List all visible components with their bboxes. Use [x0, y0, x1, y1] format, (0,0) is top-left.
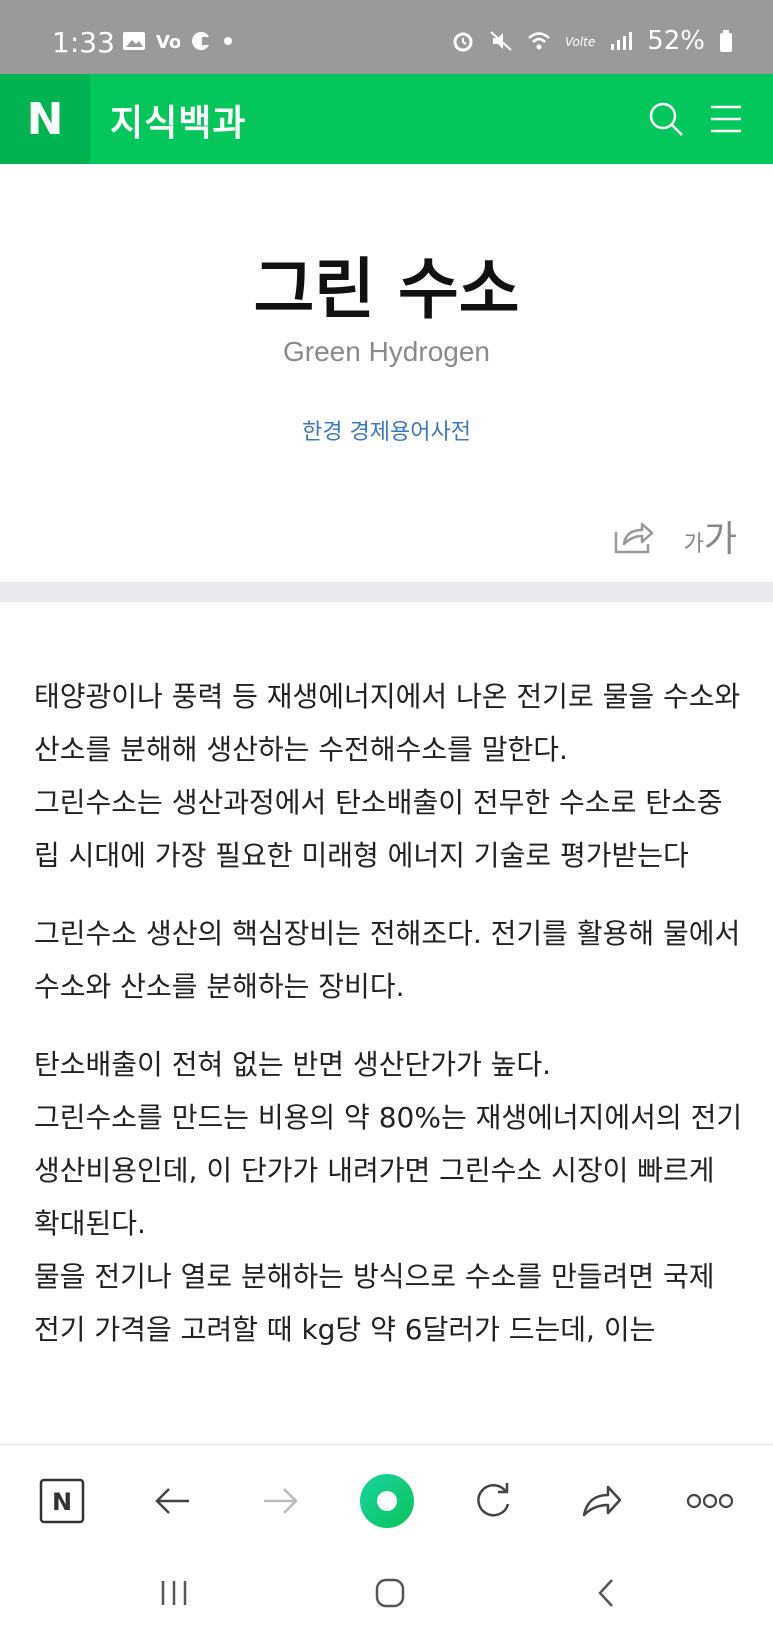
reload-button[interactable]: [463, 1471, 523, 1531]
more-button[interactable]: [680, 1471, 740, 1531]
mute-icon: [490, 31, 512, 51]
system-back-button[interactable]: [576, 1568, 636, 1618]
font-small-label: 가: [683, 532, 704, 557]
menu-button[interactable]: [699, 92, 753, 146]
paragraph-1: 태양광이나 풍력 등 재생에너지에서 나온 전기로 물을 수소와 산소를 분해해…: [34, 680, 741, 872]
home-button[interactable]: [360, 1568, 420, 1618]
naver-logo[interactable]: N: [0, 74, 90, 164]
browser-toolbar: N: [0, 1444, 773, 1554]
naver-header: N 지식백과: [0, 74, 773, 164]
green-dot-icon: [360, 1474, 414, 1528]
lte-icon: Volte: [565, 35, 595, 49]
article-subtitle: Green Hydrogen: [282, 336, 490, 367]
battery-percent: 52%: [647, 26, 705, 56]
image-icon: [123, 32, 145, 50]
svg-text:Volte: Volte: [565, 35, 595, 49]
naver-home-icon: N: [39, 1478, 85, 1524]
search-button[interactable]: [639, 92, 693, 146]
naver-logo-letter: N: [26, 93, 64, 145]
font-large-label: 가: [703, 519, 737, 560]
system-nav-bar: [0, 1554, 773, 1632]
signal-icon: [611, 32, 633, 50]
status-bar: 1:33 Vo Volte 52%: [0, 0, 773, 74]
section-divider: [0, 582, 773, 602]
menu-icon: [711, 105, 741, 133]
volte-icon: Vo: [156, 32, 180, 52]
naver-home-button[interactable]: N: [32, 1471, 92, 1531]
header-title[interactable]: 지식백과: [110, 94, 246, 146]
search-icon: [649, 102, 683, 136]
svg-text:N: N: [52, 1488, 72, 1516]
alarm-icon: [453, 32, 473, 52]
source-link[interactable]: 한경 경제용어사전: [0, 414, 773, 446]
recent-apps-icon: [161, 1581, 187, 1605]
svg-text:Vo: Vo: [156, 32, 180, 52]
forward-arrow-icon: [264, 1488, 298, 1514]
back-arrow-icon: [155, 1488, 189, 1514]
font-size-button[interactable]: 가 가: [684, 510, 737, 562]
status-left-icons: Vo: [122, 30, 232, 52]
green-dot-button[interactable]: [357, 1471, 417, 1531]
reload-icon: [477, 1483, 510, 1517]
home-icon: [375, 1578, 405, 1608]
share-button[interactable]: [572, 1471, 632, 1531]
back-icon: [598, 1579, 613, 1607]
recent-apps-button[interactable]: [144, 1568, 204, 1618]
wifi-icon: [528, 32, 551, 50]
article-body: 태양광이나 풍력 등 재생에너지에서 나온 전기로 물을 수소와 산소를 분해해…: [34, 670, 744, 1381]
more-icon: [686, 1493, 734, 1509]
paragraph-3: 탄소배출이 전혀 없는 반면 생산단가가 높다. 그린수소를 만드는 비용의 약…: [34, 1048, 743, 1346]
back-button[interactable]: [143, 1471, 203, 1531]
forward-button[interactable]: [250, 1471, 310, 1531]
data-icon: [192, 32, 211, 50]
share-arrow-icon: [582, 1485, 622, 1517]
status-time: 1:33: [52, 26, 115, 59]
article-title: 그린 수소: [253, 251, 520, 328]
article-tools: 가 가: [612, 510, 737, 562]
status-right-icons: Volte 52%: [451, 26, 733, 56]
share-icon[interactable]: [612, 516, 656, 556]
paragraph-2: 그린수소 생산의 핵심장비는 전해조다. 전기를 활용해 물에서 수소와 산소를…: [34, 917, 741, 1003]
dot-icon: [224, 37, 232, 45]
battery-icon: [720, 30, 732, 52]
